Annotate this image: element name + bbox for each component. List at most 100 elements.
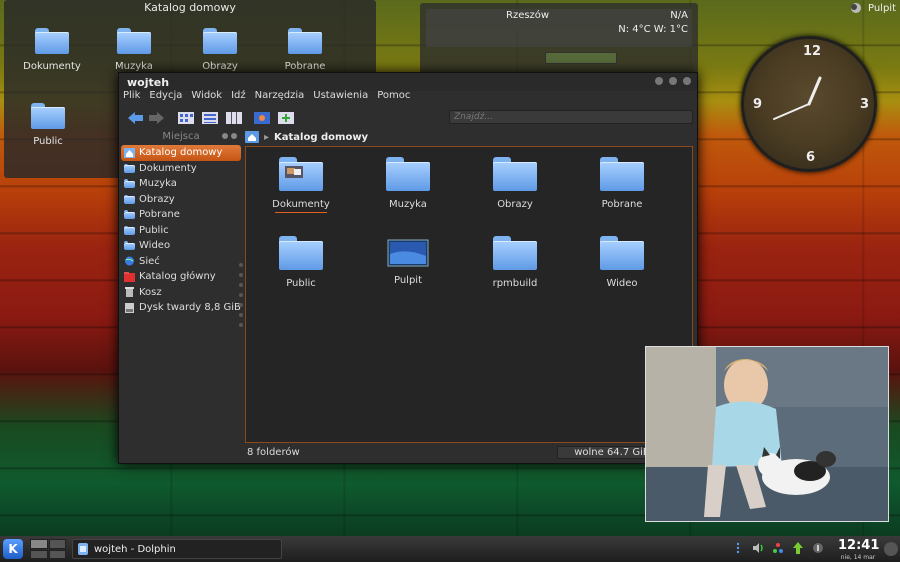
clock-time[interactable]: 12:41	[838, 538, 879, 553]
file-item-muzyka[interactable]: Muzyka	[363, 157, 453, 210]
window-title: wojteh	[127, 76, 170, 89]
file-item-label: Muzyka	[389, 199, 427, 210]
desktop-2[interactable]	[48, 539, 66, 549]
menu-idz[interactable]: Idź	[231, 90, 246, 106]
file-item-dokumenty[interactable]: Dokumenty	[256, 157, 346, 213]
menu-bar: Plik Edycja Widok Idź Narzędzia Ustawien…	[123, 90, 410, 106]
folder-icon	[600, 236, 644, 270]
status-folder-count: 8 folderów	[247, 447, 300, 458]
search-input[interactable]: Znajdź...	[449, 110, 693, 124]
trash-icon	[125, 287, 134, 298]
places-item-kosz[interactable]: Kosz	[121, 285, 241, 301]
columns-view-icon[interactable]	[225, 110, 243, 126]
desktop-toolbox-label: Pulpit	[867, 2, 896, 14]
file-item-label: Obrazy	[497, 199, 533, 210]
file-item-label: rpmbuild	[492, 278, 538, 289]
file-item-pulpit[interactable]: Pulpit	[363, 236, 453, 286]
details-view-icon[interactable]	[201, 110, 219, 126]
folder-icon	[279, 236, 323, 270]
places-item-label: Wideo	[139, 240, 171, 252]
file-item-obrazy[interactable]: Obrazy	[470, 157, 560, 210]
dolphin-window: wojteh Plik Edycja Widok Idź Narzędzia U…	[118, 72, 698, 464]
desktop-item-obrazy[interactable]: Obrazy	[185, 28, 255, 72]
icons-view-icon[interactable]	[177, 110, 195, 126]
folder-icon	[124, 163, 135, 173]
folder-icon	[124, 179, 135, 189]
places-item-dysk-twardy[interactable]: Dysk twardy 8,8 GiB	[121, 300, 241, 316]
panel-resize-handle[interactable]	[239, 263, 243, 327]
child-and-cat-photo	[646, 347, 888, 521]
file-item-rpmbuild[interactable]: rpmbuild	[470, 236, 560, 289]
kde-menu-button[interactable]: K	[3, 539, 23, 559]
home-icon	[245, 131, 259, 143]
desktop-3[interactable]	[30, 549, 48, 559]
places-item-siec[interactable]: Sieć	[121, 254, 241, 270]
clock-hands	[773, 76, 822, 120]
desktop-item-pobrane[interactable]: Pobrane	[270, 28, 340, 72]
menu-widok[interactable]: Widok	[191, 90, 222, 106]
notifications-icon[interactable]	[812, 542, 824, 554]
tray-expand-icon[interactable]	[732, 542, 744, 554]
panel-cashew-icon[interactable]	[884, 542, 898, 556]
panel-float-button[interactable]	[222, 133, 228, 139]
dolphin-app-icon	[78, 543, 88, 555]
desktop-pager[interactable]	[30, 539, 66, 559]
rename-underline	[275, 212, 327, 213]
places-item-public[interactable]: Public	[121, 223, 241, 239]
desktop-item-public[interactable]: Public	[13, 103, 83, 147]
folder-icon	[386, 157, 430, 191]
menu-narzedzia[interactable]: Narzędzia	[255, 90, 305, 106]
volume-icon[interactable]	[752, 542, 764, 554]
desktop-1[interactable]	[30, 539, 48, 549]
places-item-obrazy[interactable]: Obrazy	[121, 192, 241, 208]
places-item-katalog-glowny[interactable]: Katalog główny	[121, 269, 241, 285]
clock-date[interactable]: nie, 14 mar	[834, 554, 882, 561]
updates-icon[interactable]	[792, 542, 804, 554]
file-item-pobrane[interactable]: Pobrane	[577, 157, 667, 210]
places-item-pobrane[interactable]: Pobrane	[121, 207, 241, 223]
places-panel: Miejsca Katalog domowy Dokumenty Muzyka …	[121, 131, 241, 443]
weather-city: Rzeszów	[506, 10, 550, 21]
menu-ustawienia[interactable]: Ustawienia	[313, 90, 368, 106]
folder-icon	[279, 157, 323, 191]
weather-forecast-button[interactable]	[545, 52, 617, 64]
file-item-wideo[interactable]: Wideo	[577, 236, 667, 289]
menu-plik[interactable]: Plik	[123, 90, 140, 106]
document-preview-icon	[285, 166, 303, 178]
toolbar: Znajdź...	[123, 108, 693, 128]
preview-icon[interactable]	[253, 110, 271, 126]
places-item-label: Kosz	[139, 286, 162, 298]
folder-icon	[35, 28, 69, 54]
desktop-item-dokumenty[interactable]: Dokumenty	[17, 28, 87, 72]
window-titlebar[interactable]: wojteh	[119, 73, 697, 91]
forward-arrow-icon[interactable]	[147, 110, 167, 126]
split-view-icon[interactable]	[277, 110, 295, 126]
network-manager-icon[interactable]	[772, 542, 784, 554]
folder-icon	[493, 236, 537, 270]
desktop-folder-title: Katalog domowy	[144, 1, 236, 14]
menu-edycja[interactable]: Edycja	[149, 90, 182, 106]
panel-close-button[interactable]	[231, 133, 237, 139]
taskbar-task-dolphin[interactable]: wojteh - Dolphin	[72, 539, 282, 559]
maximize-button[interactable]	[669, 77, 677, 85]
weather-temperature: N: 4°C W: 1°C	[618, 24, 688, 35]
breadcrumb-current[interactable]: Katalog domowy	[274, 132, 368, 143]
places-header-label: Miejsca	[162, 131, 200, 142]
desktop-item-label: Pobrane	[284, 61, 326, 72]
folder-icon	[203, 28, 237, 54]
taskbar: K wojteh - Dolphin 12:41 nie, 14 mar	[0, 536, 900, 562]
network-globe-icon	[125, 256, 134, 266]
desktop-4[interactable]	[48, 549, 66, 559]
close-button[interactable]	[683, 77, 691, 85]
places-item-katalog-domowy[interactable]: Katalog domowy	[121, 145, 241, 161]
breadcrumb[interactable]: ▸ Katalog domowy	[245, 129, 697, 145]
desktop-item-muzyka[interactable]: Muzyka	[99, 28, 169, 72]
menu-pomoc[interactable]: Pomoc	[377, 90, 410, 106]
places-item-wideo[interactable]: Wideo	[121, 238, 241, 254]
desktop-toolbox[interactable]: Pulpit	[850, 2, 896, 14]
minimize-button[interactable]	[655, 77, 663, 85]
places-item-dokumenty[interactable]: Dokumenty	[121, 161, 241, 177]
back-arrow-icon[interactable]	[125, 110, 145, 126]
file-item-public[interactable]: Public	[256, 236, 346, 289]
places-item-muzyka[interactable]: Muzyka	[121, 176, 241, 192]
